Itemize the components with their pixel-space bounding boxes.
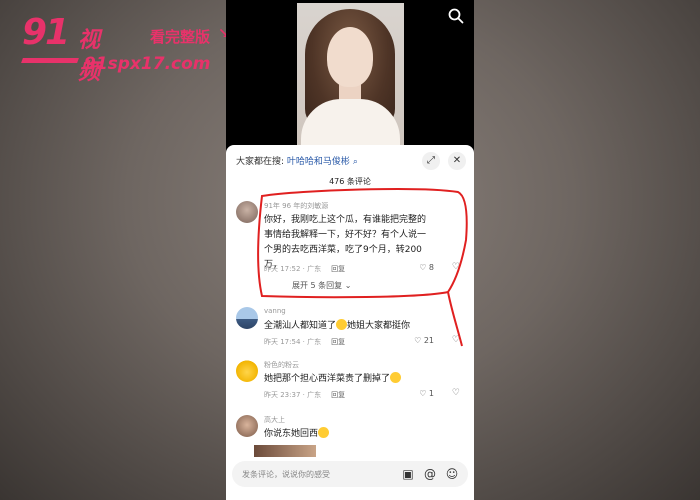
trending-search-term[interactable]: 叶哈哈和马俊彬 [287, 157, 350, 167]
comment-text-main: 全潮汕人都知道了 [264, 321, 337, 331]
avatar[interactable] [236, 360, 258, 382]
phone-screen: 大家都在搜: 叶哈哈和马俊彬 ⌕ ⤢ ✕ 476 条评论 91年 96 年的刘敏… [226, 0, 474, 500]
heart-icon: ♡ [414, 336, 422, 345]
trending-search-prefix: 大家都在搜: [236, 157, 285, 167]
comment-text-main: 她把那个担心西洋菜贵了删掉了 [264, 374, 391, 384]
chevron-down-icon: ⌄ [344, 281, 352, 290]
comments-sheet: 大家都在搜: 叶哈哈和马俊彬 ⌕ ⤢ ✕ 476 条评论 91年 96 年的刘敏… [226, 145, 474, 500]
smile-emoji-icon [336, 319, 348, 330]
comment-meta: 昨天 17:52 · 广东 回复 [264, 264, 345, 274]
comment-time: 昨天 23:37 · 广东 [264, 391, 322, 399]
dislike-icon[interactable]: ♡ [452, 388, 460, 398]
comment-username[interactable]: 91年 96 年的刘敏源 [264, 201, 328, 211]
reply-button[interactable]: 回复 [331, 391, 345, 399]
heart-icon: ♡ [419, 263, 427, 272]
trending-search[interactable]: 大家都在搜: 叶哈哈和马俊彬 ⌕ [236, 154, 358, 167]
dislike-icon[interactable]: ♡ [452, 262, 460, 272]
search-icon: ⌕ [352, 157, 358, 167]
comment-text: 她把那个担心西洋菜贵了删掉了 [264, 372, 434, 387]
comment-text-suffix: 她姐大家都挺你 [347, 321, 411, 331]
like-button[interactable]: ♡ 8 [419, 263, 434, 272]
comment-username[interactable]: 粉色的粉云 [264, 360, 299, 370]
dislike-icon[interactable]: ♡ [452, 335, 460, 345]
emoji-icon[interactable]: ☺ [444, 466, 460, 482]
reply-button[interactable]: 回复 [331, 265, 345, 273]
comment-text: 你说东她回西 [264, 427, 434, 442]
heart-icon: ♡ [419, 389, 427, 398]
comment-username[interactable]: 高大上 [264, 415, 285, 425]
comment-meta: 昨天 23:37 · 广东 回复 [264, 390, 345, 400]
watermark: 91 视频 看完整版 ↘↘ 91spx17.com [21, 12, 241, 85]
comment-item: 91年 96 年的刘敏源 你好，我刚吃上这个瓜，有谁能把完整的事情给我解释一下，… [236, 201, 468, 291]
comment-meta: 昨天 17:54 · 广东 回复 [264, 337, 345, 347]
like-button[interactable]: ♡ 21 [414, 336, 434, 345]
search-icon[interactable] [448, 8, 464, 24]
comment-username[interactable]: vanng [264, 307, 286, 315]
comment-item: vanng 全潮汕人都知道了 她姐大家都挺你 昨天 17:54 · 广东 回复 ♡ … [236, 307, 468, 353]
at-icon[interactable]: @ [422, 466, 438, 482]
watermark-url: 91spx17.com [84, 54, 211, 74]
comment-time: 昨天 17:52 · 广东 [264, 265, 322, 273]
video-player[interactable] [297, 3, 404, 145]
comment-image-thumbnail[interactable] [254, 445, 316, 457]
avatar[interactable] [236, 415, 258, 437]
close-icon[interactable]: ✕ [448, 152, 466, 170]
avatar[interactable] [236, 201, 258, 223]
video-subject-face [327, 27, 373, 87]
watermark-logo-number: 91 [22, 12, 70, 53]
watermark-tagline: 看完整版 [150, 28, 211, 46]
expand-replies-label: 展开 5 条回复 [292, 281, 343, 290]
comment-text-main: 你说东她回西 [264, 429, 319, 439]
like-count: 21 [423, 336, 434, 345]
comment-input-bar: ▣ @ ☺ [232, 461, 468, 487]
comment-input[interactable] [242, 466, 382, 482]
grin-emoji-icon [318, 427, 330, 438]
reply-button[interactable]: 回复 [331, 338, 345, 346]
like-button[interactable]: ♡ 1 [419, 389, 434, 398]
comment-item: 粉色的粉云 她把那个担心西洋菜贵了删掉了 昨天 23:37 · 广东 回复 ♡ 1… [236, 360, 468, 406]
comment-text: 全潮汕人都知道了 她姐大家都挺你 [264, 319, 434, 334]
comment-time: 昨天 17:54 · 广东 [264, 338, 322, 346]
comment-count: 476 条评论 [329, 177, 371, 186]
expand-replies-button[interactable]: 展开 5 条回复 ⌄ [292, 280, 351, 291]
laughing-emoji-icon [390, 372, 402, 383]
avatar[interactable] [236, 307, 258, 329]
watermark-underline [21, 58, 79, 63]
like-count: 8 [428, 263, 434, 272]
expand-icon[interactable]: ⤢ [422, 152, 440, 170]
image-icon[interactable]: ▣ [400, 466, 416, 482]
like-count: 1 [428, 389, 434, 398]
